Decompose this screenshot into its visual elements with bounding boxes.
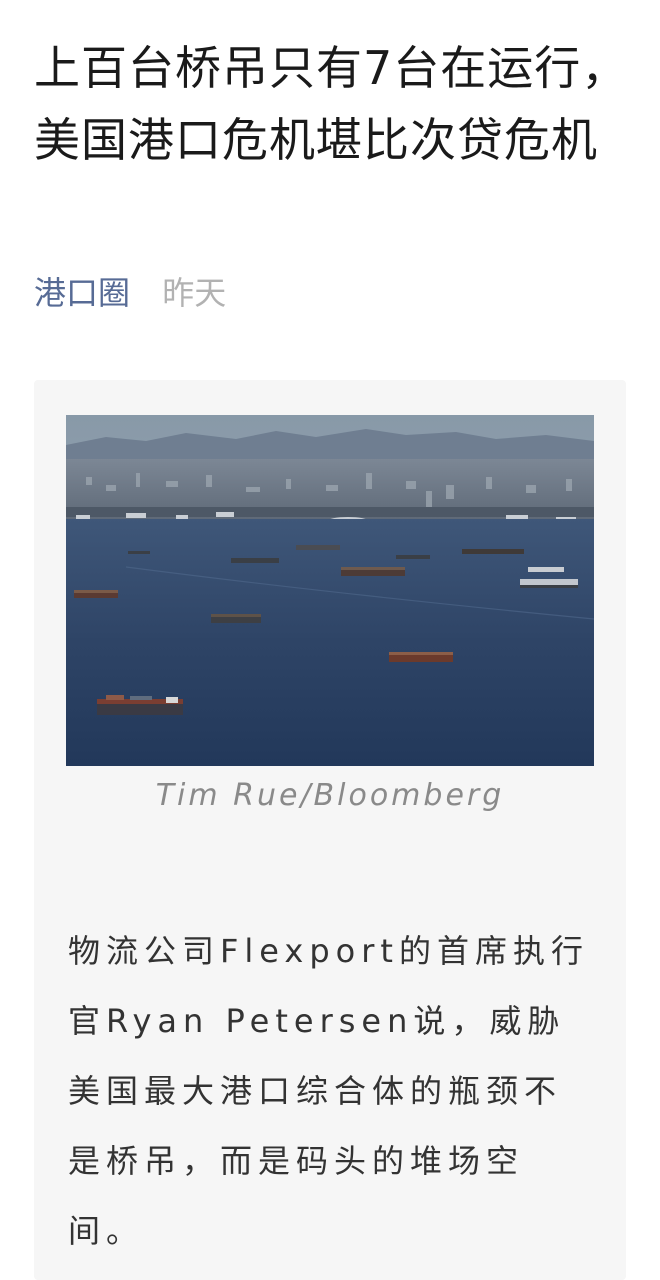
article-meta: 港口圈 昨天: [34, 268, 226, 318]
content-card: Tim Rue/Bloomberg 物流公司Flexport的首席执行官Ryan…: [34, 380, 626, 1280]
publish-time: 昨天: [162, 274, 227, 312]
image-caption: Tim Rue/Bloomberg: [155, 778, 505, 813]
account-name-link[interactable]: 港口圈: [34, 274, 130, 312]
article-paragraph: 物流公司Flexport的首席执行官Ryan Petersen说，威胁美国最大港…: [68, 932, 589, 1250]
article-title: 上百台桥吊只有7台在运行，美国港口危机堪比次贷危机: [34, 41, 629, 167]
port-ships-photo[interactable]: [66, 415, 594, 766]
